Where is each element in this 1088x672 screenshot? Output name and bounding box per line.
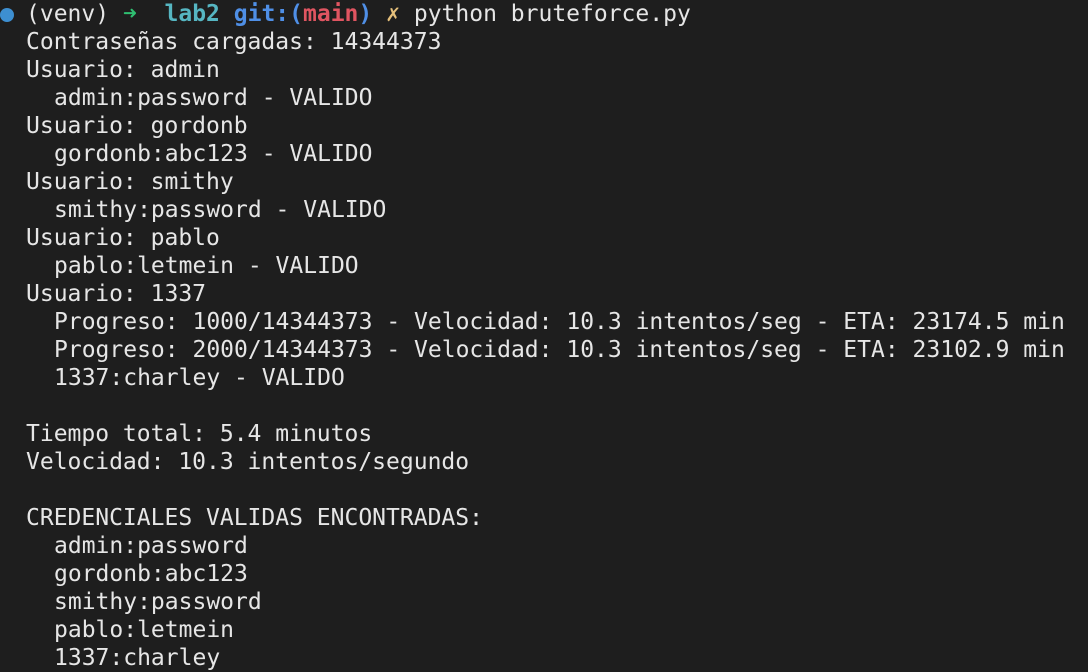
output-line-progress-1: Progreso: 1000/14344373 - Velocidad: 10.… <box>54 309 1065 335</box>
git-label-close: ) <box>358 1 373 27</box>
terminal-window[interactable]: (venv) ➜ lab2 git:(main) ✗ python brutef… <box>0 0 1088 672</box>
output-line-valid-smithy: smithy:password - VALIDO <box>54 197 387 223</box>
output-line-loaded: Contraseñas cargadas: 14344373 <box>26 29 442 55</box>
found-credential-item: pablo:letmein <box>54 617 235 643</box>
output-line-user-1337: Usuario: 1337 <box>26 281 207 307</box>
arrow-icon: ➜ <box>122 1 137 27</box>
found-credential-item: smithy:password <box>54 589 262 615</box>
output-line-total-time: Tiempo total: 5.4 minutos <box>26 421 373 447</box>
git-label: git:( <box>233 1 304 27</box>
output-line-user-gordonb: Usuario: gordonb <box>26 113 248 139</box>
output-line-found-header: CREDENCIALES VALIDAS ENCONTRADAS: <box>26 505 483 531</box>
output-line-valid-1337: 1337:charley - VALIDO <box>54 365 345 391</box>
status-dot-icon <box>0 8 14 22</box>
git-branch: main <box>303 1 359 27</box>
venv-label: (venv) <box>26 1 110 27</box>
command-text: python bruteforce.py <box>413 1 691 27</box>
output-line-valid-admin: admin:password - VALIDO <box>54 85 373 111</box>
dirty-status-icon: ✗ <box>386 1 400 27</box>
found-credential-item: admin:password <box>54 533 248 559</box>
output-line-user-smithy: Usuario: smithy <box>26 169 234 195</box>
prompt-line: (venv) ➜ lab2 git:(main) ✗ python brutef… <box>0 0 691 28</box>
output-line-user-admin: Usuario: admin <box>26 57 220 83</box>
output-line-user-pablo: Usuario: pablo <box>26 225 220 251</box>
output-line-progress-2: Progreso: 2000/14344373 - Velocidad: 10.… <box>54 337 1065 363</box>
output-line-valid-gordonb: gordonb:abc123 - VALIDO <box>54 141 373 167</box>
found-credential-item: 1337:charley <box>54 645 221 671</box>
output-line-speed: Velocidad: 10.3 intentos/segundo <box>26 449 470 475</box>
current-directory: lab2 <box>164 1 220 27</box>
output-line-valid-pablo: pablo:letmein - VALIDO <box>54 253 359 279</box>
found-credential-item: gordonb:abc123 <box>54 561 248 587</box>
